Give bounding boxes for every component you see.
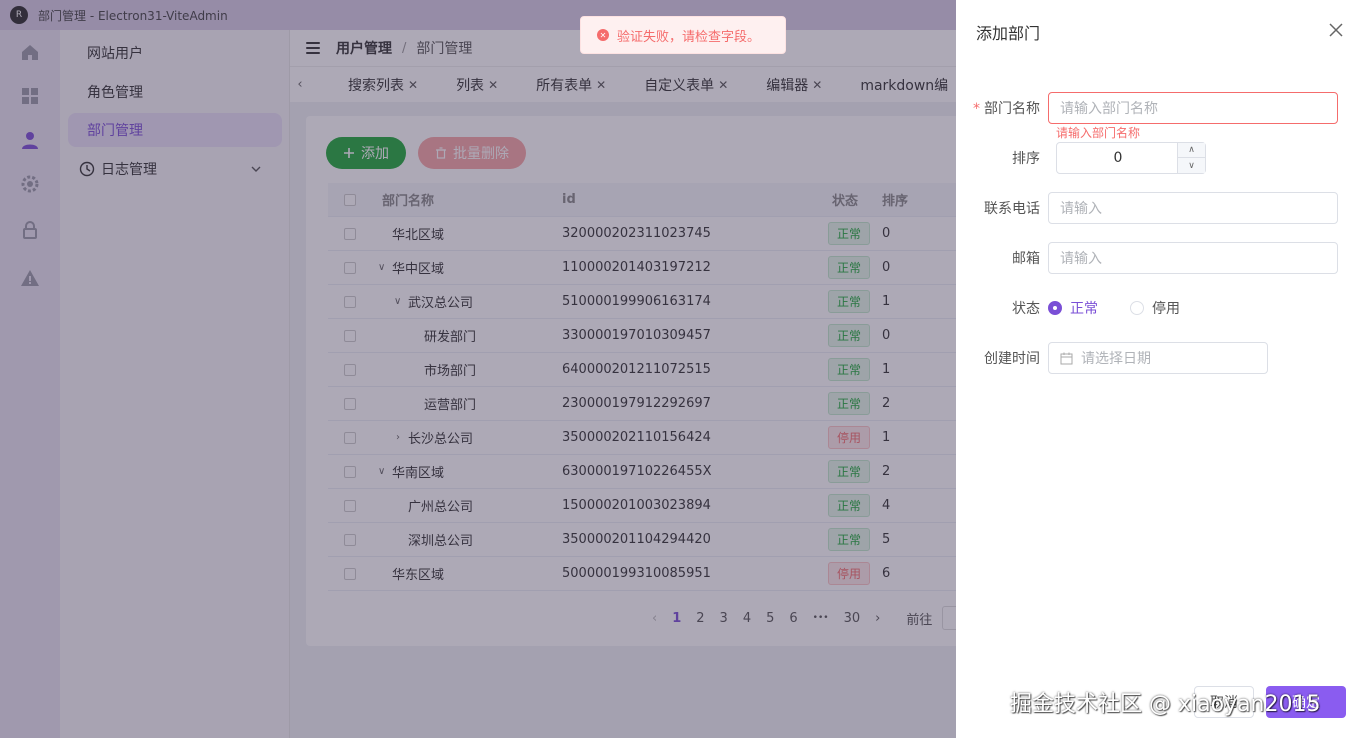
email-label: 邮箱 [1012,251,1040,267]
radio-dot [1048,301,1062,315]
created-placeholder: 请选择日期 [1081,351,1151,367]
status-radio-normal[interactable]: 正常 [1048,298,1098,318]
form-row-status: 状态 正常 停用 [956,292,1366,324]
radio-dot [1130,301,1144,315]
increment-icon[interactable]: ∧ [1178,143,1205,158]
email-placeholder: 请输入 [1060,251,1102,267]
drawer-overlay-mask[interactable] [0,0,956,738]
calendar-icon [1060,352,1073,364]
sort-label: 排序 [1012,151,1040,167]
status-radio-disabled[interactable]: 停用 [1130,298,1180,318]
form-row-created: 创建时间 请选择日期 [956,342,1366,374]
toast-message: 验证失败，请检查字段。 [617,29,761,45]
close-icon[interactable] [1326,20,1346,40]
phone-label: 联系电话 [984,201,1040,217]
watermark: 掘金技术社区 @ xiaoyan2015 [1010,692,1321,717]
radio-label: 正常 [1070,301,1098,317]
add-department-drawer: 添加部门 * 部门名称 请输入部门名称 请输入部门名称 排序 0 ∧ ∨ 联系电话… [956,0,1366,738]
form-row-dept-name: * 部门名称 请输入部门名称 [956,92,1366,124]
dept-name-label: 部门名称 [984,101,1040,117]
sort-value[interactable]: 0 [1057,143,1179,173]
form-row-phone: 联系电话 请输入 [956,192,1366,224]
dept-name-placeholder: 请输入部门名称 [1060,101,1158,117]
dept-name-input[interactable]: 请输入部门名称 [1048,92,1338,124]
created-date-input[interactable]: 请选择日期 [1048,342,1268,374]
error-icon: ✕ [597,29,609,41]
email-input[interactable]: 请输入 [1048,242,1338,274]
required-mark: * [973,101,980,117]
drawer-title: 添加部门 [976,24,1041,43]
created-label: 创建时间 [984,351,1040,367]
status-label: 状态 [1012,301,1040,317]
dept-name-error: 请输入部门名称 [1056,126,1141,140]
sort-stepper[interactable]: 0 ∧ ∨ [1056,142,1206,174]
radio-label: 停用 [1152,301,1180,317]
phone-placeholder: 请输入 [1060,201,1102,217]
error-toast: ✕ 验证失败，请检查字段。 [580,16,786,54]
phone-input[interactable]: 请输入 [1048,192,1338,224]
form-row-email: 邮箱 请输入 [956,242,1366,274]
decrement-icon[interactable]: ∨ [1178,158,1205,173]
